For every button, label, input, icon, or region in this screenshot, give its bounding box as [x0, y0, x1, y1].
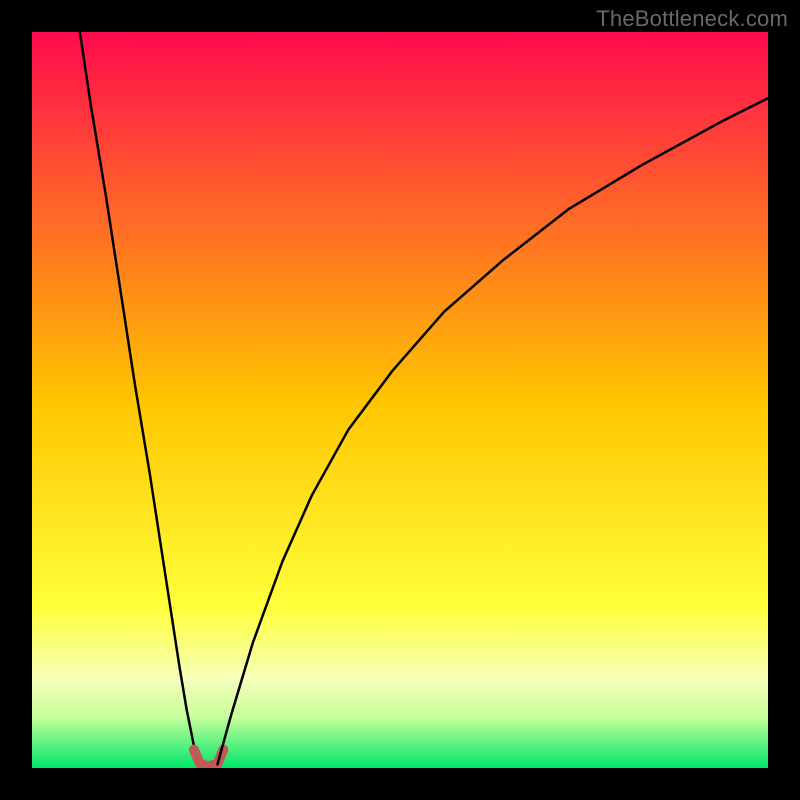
bottleneck-chart	[32, 32, 768, 768]
chart-frame: TheBottleneck.com	[0, 0, 800, 800]
gradient-background	[32, 32, 768, 768]
attribution-text: TheBottleneck.com	[596, 6, 788, 32]
